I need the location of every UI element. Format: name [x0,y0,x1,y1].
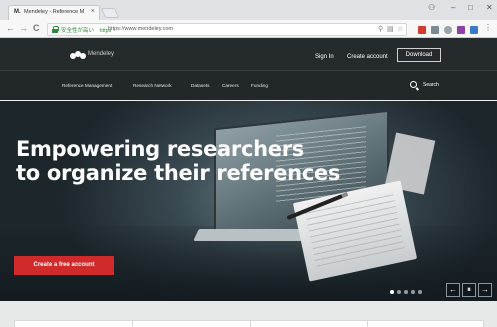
carousel-pause-button[interactable]: ⏸ [462,283,476,297]
carousel-next-button[interactable]: → [478,283,492,297]
new-tab-button[interactable] [100,8,120,18]
nav-item-research-network[interactable]: Research Network [133,83,172,88]
carousel-dot[interactable] [411,290,415,294]
hero-headline-line1: Empowering researchers [16,137,304,161]
forward-arrow-icon[interactable]: → [19,23,28,34]
extension-red-icon[interactable] [418,26,426,34]
tab-strip: M. Mendeley - Reference M × ⚇ – □ ✕ [0,0,497,20]
nav-item-datasets[interactable]: Datasets [191,83,210,88]
maximize-icon[interactable]: □ [468,3,473,12]
search-icon [410,81,417,88]
star-icon[interactable]: ☆ [397,25,403,33]
hero-headline-line2: to organize their references [16,161,341,185]
sign-in-link[interactable]: Sign In [315,54,334,60]
carousel-dot[interactable] [397,290,401,294]
create-free-account-button[interactable]: Create a free account [14,256,114,275]
hero-headline: Empowering researchers to organize their… [16,137,340,185]
mendeley-favicon-icon: M. [14,9,21,15]
carousel-prev-button[interactable]: ← [446,283,460,297]
browser-window: M. Mendeley - Reference M × ⚇ – □ ✕ ← → … [0,0,497,327]
browser-toolbar: ← → C 安全性が高い https https://www.mendeley.… [0,20,497,38]
close-window-icon[interactable]: ✕ [486,3,493,12]
main-nav: Reference Management Research Network Da… [0,70,497,100]
minimize-icon[interactable]: – [451,3,455,12]
extension-purple-icon[interactable] [457,26,465,34]
security-label: 安全性が高い https [61,28,112,34]
site-header: Mendeley Sign In Create account Download [0,38,497,70]
user-profile-icon[interactable]: ⚇ [428,3,435,12]
mendeley-logo-icon [70,51,86,59]
search-label: Search [423,82,439,88]
tab-title: Mendeley - Reference M [24,9,85,15]
lock-icon [52,26,59,33]
download-button[interactable]: Download [397,48,441,62]
carousel-dot[interactable] [390,290,394,294]
carousel-dot[interactable] [418,290,422,294]
close-tab-icon[interactable]: × [91,8,95,15]
zoom-icon[interactable]: ⚲ [378,25,383,33]
nav-item-careers[interactable]: Careers [222,83,239,88]
carousel-dot[interactable] [404,290,408,294]
reload-icon[interactable]: C [33,23,40,34]
url-text: https://www.mendeley.com [108,26,174,32]
address-bar[interactable]: 安全性が高い https https://www.mendeley.com ⚲ … [47,23,407,36]
content-section [0,301,497,327]
extension-circle-icon[interactable] [444,26,452,34]
nav-item-funding[interactable]: Funding [251,83,268,88]
extension-blue-icon[interactable] [470,26,478,34]
feature-cards-row [14,320,484,327]
hero-banner: Empowering researchers to organize their… [0,101,497,301]
extension-grey-icon[interactable] [431,26,439,34]
create-account-link[interactable]: Create account [347,54,388,60]
menu-dots-icon[interactable]: ⋮ [484,23,492,32]
browser-tab[interactable]: M. Mendeley - Reference M × [8,5,100,20]
logo-text: Mendeley [88,51,115,57]
translate-icon[interactable]: ▤ [387,25,394,33]
back-arrow-icon[interactable]: ← [6,23,15,34]
nav-item-reference-management[interactable]: Reference Management [62,83,112,88]
